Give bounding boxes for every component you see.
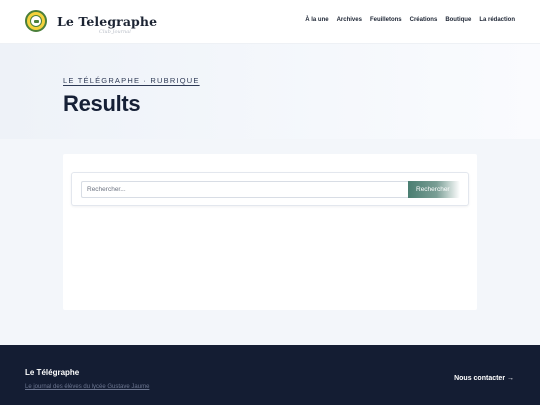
contact-link[interactable]: Nous contacter → — [454, 375, 514, 382]
brand-tagline: Club Journal — [99, 28, 131, 35]
page-title: Results — [63, 91, 141, 116]
page-hero: LE TÉLÉGRAPHE · RUBRIQUE Results — [0, 44, 540, 139]
section-kicker[interactable]: LE TÉLÉGRAPHE · RUBRIQUE — [63, 76, 200, 85]
nav-item-creations[interactable]: Créations — [410, 17, 438, 23]
nav-item-boutique[interactable]: Boutique — [445, 17, 471, 23]
results-card: Rechercher — [63, 154, 477, 310]
site-footer: Le Télégraphe Le journal des élèves du l… — [0, 345, 540, 405]
site-header: Le Telegraphe Club Journal À la une Arch… — [0, 0, 540, 44]
main-nav: À la une Archives Feuilletons Créations … — [305, 17, 515, 23]
logo-badge-icon — [25, 10, 47, 32]
nav-item-a-la-une[interactable]: À la une — [305, 17, 328, 23]
footer-subtitle[interactable]: Le journal des élèves du lycée Gustave J… — [25, 384, 149, 390]
nav-item-feuilletons[interactable]: Feuilletons — [370, 17, 402, 23]
nav-item-la-redaction[interactable]: La rédaction — [479, 17, 515, 23]
nav-item-archives[interactable]: Archives — [337, 17, 362, 23]
brand: Le Telegraphe Club Journal — [57, 13, 158, 35]
brand-name: Le Telegraphe — [57, 13, 158, 29]
search-button[interactable]: Rechercher — [408, 181, 460, 198]
search-input[interactable] — [81, 181, 408, 198]
footer-title: Le Télégraphe — [25, 368, 80, 377]
logo-link[interactable]: Le Telegraphe Club Journal — [25, 10, 158, 35]
search-form: Rechercher — [71, 172, 469, 206]
